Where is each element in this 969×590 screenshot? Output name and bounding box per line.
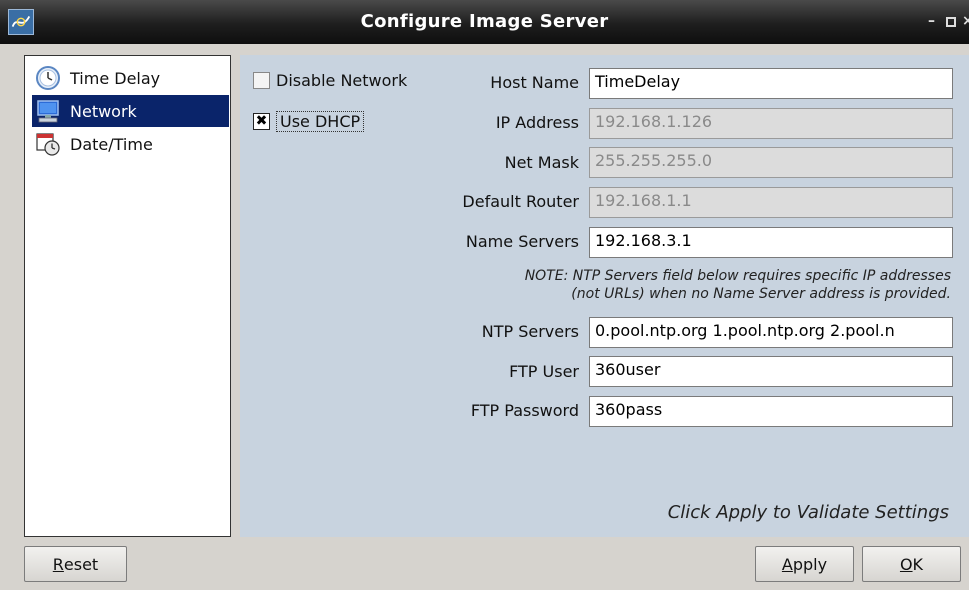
ip-address-label: IP Address bbox=[495, 113, 579, 132]
close-icon[interactable]: × bbox=[962, 13, 969, 29]
ftp-password-input[interactable]: 360pass bbox=[589, 396, 953, 427]
clock-icon bbox=[36, 66, 60, 90]
network-computer-icon bbox=[37, 100, 59, 123]
disable-network-label: Disable Network bbox=[276, 71, 408, 90]
sidebar-item-time-delay[interactable]: Time Delay bbox=[32, 62, 229, 94]
note-line-2: (not URLs) when no Name Server address i… bbox=[571, 286, 951, 302]
reset-button[interactable]: Reset bbox=[24, 546, 127, 582]
apply-label: pply bbox=[792, 554, 828, 574]
sidebar-item-label: Network bbox=[70, 101, 137, 121]
ok-mnemonic: O bbox=[899, 554, 913, 574]
ok-button[interactable]: OK bbox=[862, 546, 961, 582]
reset-label: eset bbox=[63, 554, 99, 574]
calendar-clock-icon bbox=[36, 133, 60, 156]
ftp-user-input[interactable]: 360user bbox=[589, 356, 953, 387]
use-dhcp-checkbox[interactable]: ✖ Use DHCP bbox=[253, 111, 365, 132]
host-name-input[interactable]: TimeDelay bbox=[589, 68, 953, 99]
apply-button[interactable]: Apply bbox=[755, 546, 854, 582]
net-mask-input[interactable]: 255.255.255.0 bbox=[589, 147, 953, 178]
net-mask-label: Net Mask bbox=[504, 153, 579, 172]
window-title: Configure Image Server bbox=[360, 11, 609, 32]
apply-mnemonic: A bbox=[781, 554, 793, 574]
name-servers-input[interactable]: 192.168.3.1 bbox=[589, 227, 953, 258]
sidebar-item-date-time[interactable]: Date/Time bbox=[32, 128, 229, 160]
default-router-input[interactable]: 192.168.1.1 bbox=[589, 187, 953, 218]
note-line-1: NOTE: NTP Servers field below requires s… bbox=[524, 268, 951, 284]
disable-network-checkbox[interactable]: Disable Network bbox=[253, 71, 407, 90]
ftp-user-label: FTP User bbox=[509, 362, 579, 381]
sidebar-item-label: Time Delay bbox=[70, 68, 161, 88]
settings-category-list: Time Delay Network Date/Time bbox=[24, 55, 231, 537]
ip-address-input[interactable]: 192.168.1.126 bbox=[589, 108, 953, 139]
ok-label: K bbox=[912, 554, 924, 574]
minimize-icon[interactable]: – bbox=[928, 13, 935, 29]
title-bar: Configure Image Server – × bbox=[0, 0, 969, 44]
default-router-label: Default Router bbox=[462, 192, 579, 211]
sidebar-item-network[interactable]: Network bbox=[32, 95, 229, 127]
reset-mnemonic: R bbox=[52, 554, 64, 574]
ftp-password-label: FTP Password bbox=[470, 401, 579, 420]
maximize-icon[interactable] bbox=[946, 17, 956, 27]
ntp-servers-input[interactable]: 0.pool.ntp.org 1.pool.ntp.org 2.pool.n bbox=[589, 317, 953, 348]
ntp-note: NOTE: NTP Servers field below requires s… bbox=[525, 267, 951, 303]
checkbox-box[interactable]: ✖ bbox=[253, 113, 270, 130]
sidebar-item-label: Date/Time bbox=[70, 134, 153, 154]
host-name-label: Host Name bbox=[490, 73, 579, 92]
checkbox-box[interactable] bbox=[253, 72, 270, 89]
use-dhcp-label: Use DHCP bbox=[276, 111, 365, 132]
name-servers-label: Name Servers bbox=[465, 232, 579, 251]
apply-hint: Click Apply to Validate Settings bbox=[667, 502, 949, 523]
ntp-servers-label: NTP Servers bbox=[481, 322, 579, 341]
